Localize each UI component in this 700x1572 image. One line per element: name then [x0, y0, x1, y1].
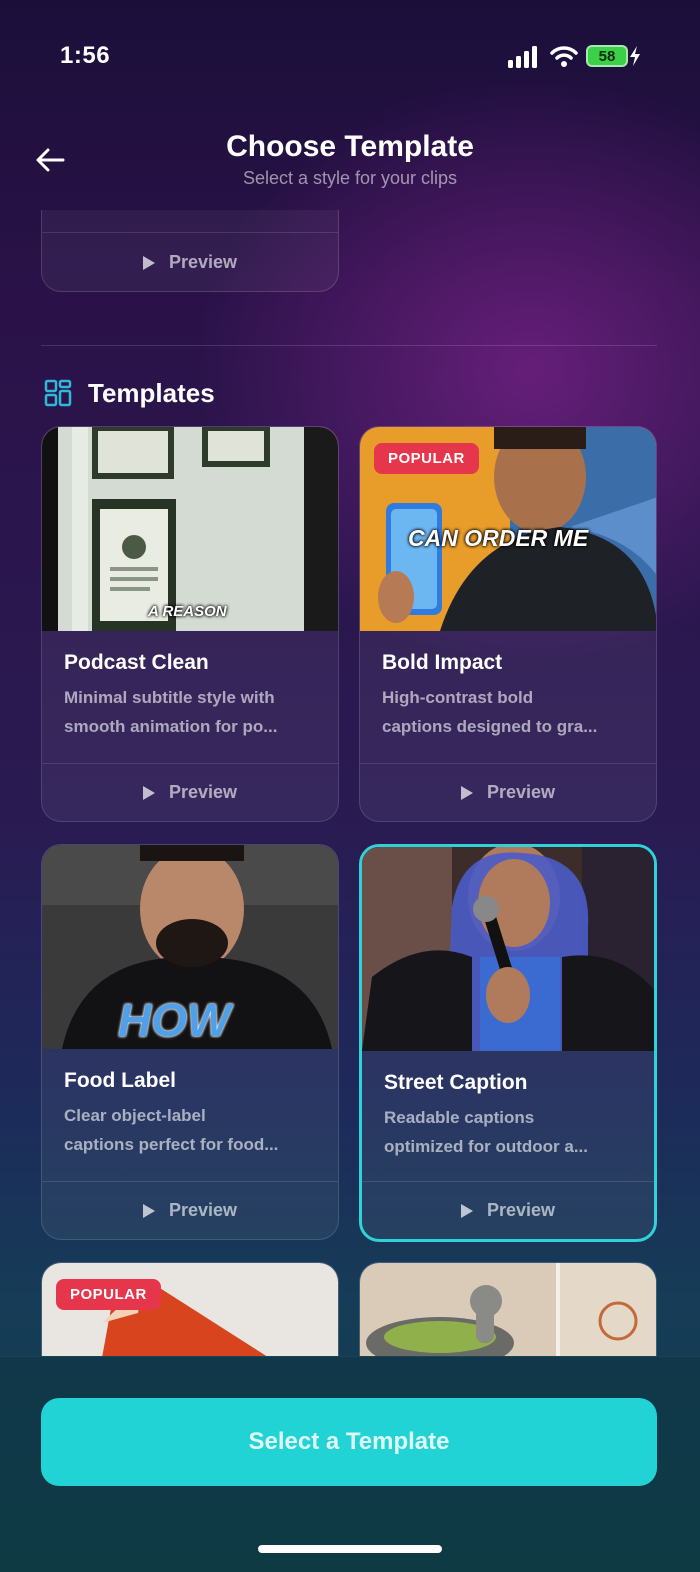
template-card-street-caption[interactable]: Street Caption Readable captions optimiz…: [359, 844, 657, 1242]
template-card-podcast-clean[interactable]: A REASON Podcast Clean Minimal subtitle …: [41, 426, 339, 822]
section-title: Templates: [88, 377, 215, 408]
preview-label: Preview: [168, 782, 238, 802]
preview-button[interactable]: Preview: [42, 232, 338, 292]
template-card-food-label[interactable]: HOW Food Label Clear object-label captio…: [41, 844, 339, 1240]
section-divider: [41, 345, 657, 346]
select-template-button[interactable]: Select a Template: [41, 1398, 657, 1486]
popular-badge: POPULAR: [56, 1279, 161, 1310]
caption-overlay: A REASON: [148, 603, 227, 620]
preview-label: Preview: [168, 252, 238, 272]
template-thumbnail: A REASON: [42, 427, 338, 631]
play-icon: [142, 785, 155, 800]
preview-button[interactable]: Preview: [360, 763, 656, 821]
charging-bolt-icon: [630, 46, 640, 66]
template-description: Clear object-label captions perfect for …: [64, 1106, 279, 1154]
template-name: Street Caption: [384, 1071, 528, 1094]
play-icon: [460, 785, 473, 800]
templates-section-header: Templates: [44, 376, 215, 410]
page-subtitle: Select a style for your clips: [242, 168, 458, 188]
home-indicator: [258, 1545, 442, 1553]
popular-badge: POPULAR: [374, 443, 479, 474]
template-card-bold-impact[interactable]: POPULAR CAN ORDER ME Bold Impact High-co…: [359, 426, 657, 822]
preview-label: Preview: [486, 1200, 556, 1220]
template-description: Minimal subtitle style with smooth anima…: [64, 688, 278, 736]
caption-overlay: CAN ORDER ME: [408, 525, 589, 551]
grid-icon: [44, 379, 72, 407]
template-name: Bold Impact: [382, 651, 503, 674]
play-icon: [460, 1203, 473, 1218]
status-bar: 1:56 58: [0, 0, 700, 110]
template-thumbnail: POPULAR CAN ORDER ME: [360, 427, 656, 631]
play-icon: [142, 1203, 155, 1218]
cellular-signal-icon: [508, 46, 537, 68]
page-title: Choose Template: [226, 130, 474, 163]
play-icon: [142, 255, 155, 270]
template-description: Readable captions optimized for outdoor …: [384, 1108, 588, 1156]
preview-button[interactable]: Preview: [42, 763, 338, 821]
status-time: 1:56: [60, 42, 111, 69]
template-thumbnail: [362, 847, 654, 1051]
template-thumbnail: HOW: [42, 845, 338, 1049]
preview-button[interactable]: Preview: [362, 1181, 654, 1239]
preview-button[interactable]: Preview: [42, 1181, 338, 1239]
partial-template-card[interactable]: Preview: [41, 210, 339, 292]
template-description: High-contrast bold captions designed to …: [382, 688, 598, 736]
caption-overlay: HOW: [118, 994, 231, 1046]
battery-icon: 58: [586, 45, 628, 67]
template-name: Podcast Clean: [64, 651, 209, 674]
template-name: Food Label: [64, 1069, 176, 1092]
preview-label: Preview: [168, 1200, 238, 1220]
wifi-icon: [550, 46, 578, 67]
preview-label: Preview: [486, 782, 556, 802]
